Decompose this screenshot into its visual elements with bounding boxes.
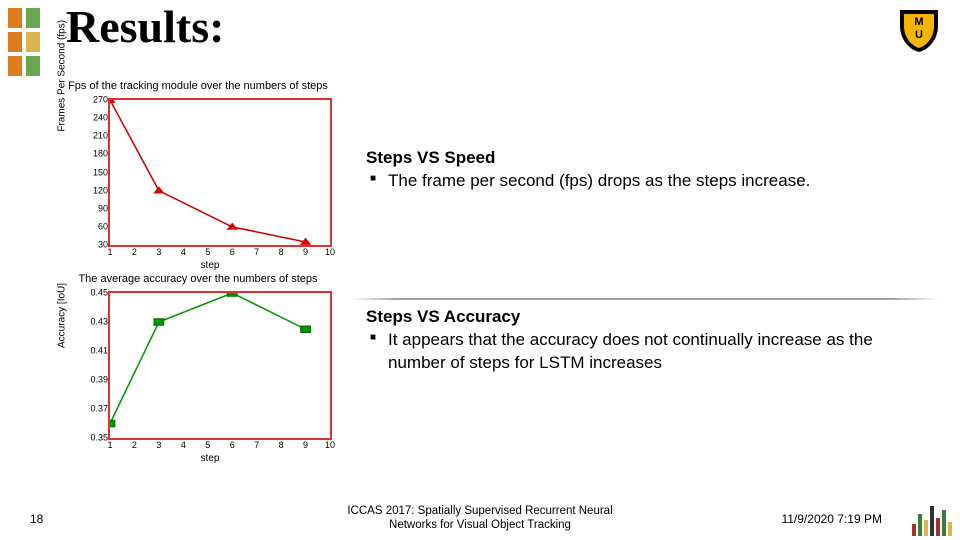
y-tick: 0.41 <box>84 347 110 356</box>
y-tick: 240 <box>84 114 110 123</box>
deco-bar <box>930 506 934 536</box>
y-tick: 270 <box>84 96 110 105</box>
note-body: The frame per second (fps) drops as the … <box>366 170 928 193</box>
logo-sq <box>26 56 40 76</box>
note-accuracy: Steps VS Accuracy It appears that the ac… <box>366 306 928 375</box>
x-tick: 2 <box>132 245 137 257</box>
charts-column: Fps of the tracking module over the numb… <box>48 80 348 462</box>
logo-sq <box>8 56 22 76</box>
x-tick: 1 <box>107 245 112 257</box>
note-body: It appears that the accuracy does not co… <box>366 329 928 375</box>
y-tick: 0.35 <box>84 434 110 443</box>
plot-area: 30609012015018021024027012345678910 <box>108 98 332 247</box>
x-tick: 5 <box>205 438 210 450</box>
y-tick: 30 <box>84 241 110 250</box>
content-area: Fps of the tracking module over the numb… <box>48 80 928 462</box>
y-tick: 150 <box>84 168 110 177</box>
x-tick: 7 <box>254 245 259 257</box>
note-heading: Steps VS Accuracy <box>366 306 928 329</box>
y-tick: 0.37 <box>84 405 110 414</box>
y-tick: 60 <box>84 222 110 231</box>
deco-bar <box>936 518 940 536</box>
x-tick: 3 <box>156 245 161 257</box>
y-tick: 0.43 <box>84 318 110 327</box>
y-tick: 0.39 <box>84 376 110 385</box>
university-shield-icon: M U <box>896 8 942 54</box>
chart-accuracy: The average accuracy over the numbers of… <box>48 273 348 462</box>
footer: 18 ICCAS 2017: Spatially Supervised Recu… <box>0 498 960 540</box>
x-tick: 8 <box>279 438 284 450</box>
logo-sq <box>8 8 22 28</box>
page-title: Results: <box>66 0 224 53</box>
y-tick: 180 <box>84 150 110 159</box>
chart-fps: Fps of the tracking module over the numb… <box>48 80 348 269</box>
x-axis-label: step <box>80 453 340 464</box>
x-tick: 10 <box>325 245 335 257</box>
x-tick: 4 <box>181 438 186 450</box>
y-tick: 90 <box>84 204 110 213</box>
deco-bar <box>948 522 952 536</box>
chart-svg <box>110 293 330 438</box>
logo-sq <box>8 32 22 52</box>
divider <box>350 298 940 300</box>
y-axis-label: Frames Per Second (fps) <box>57 19 68 131</box>
deco-bar <box>912 524 916 536</box>
x-tick: 1 <box>107 438 112 450</box>
deco-bar <box>924 520 928 536</box>
x-tick: 6 <box>230 438 235 450</box>
svg-text:M: M <box>914 16 923 28</box>
x-tick: 10 <box>325 438 335 450</box>
x-tick: 7 <box>254 438 259 450</box>
logo-sq <box>26 8 40 28</box>
x-tick: 9 <box>303 438 308 450</box>
footer-bars-icon <box>912 506 952 536</box>
x-tick: 9 <box>303 245 308 257</box>
footer-line1: ICCAS 2017: Spatially Supervised Recurre… <box>347 505 612 517</box>
x-tick: 8 <box>279 245 284 257</box>
chart-svg <box>110 100 330 245</box>
svg-text:U: U <box>915 29 923 41</box>
footer-timestamp: 11/9/2020 7:19 PM <box>781 512 882 526</box>
y-tick: 210 <box>84 132 110 141</box>
note-heading: Steps VS Speed <box>366 147 928 170</box>
x-tick: 6 <box>230 245 235 257</box>
x-tick: 3 <box>156 438 161 450</box>
x-axis-label: step <box>80 260 340 271</box>
logo-sq <box>26 32 40 52</box>
footer-line2: Networks for Visual Object Tracking <box>389 519 571 531</box>
x-tick: 4 <box>181 245 186 257</box>
chart-title: Fps of the tracking module over the numb… <box>48 80 348 92</box>
brand-squares-icon <box>8 8 40 76</box>
deco-bar <box>942 510 946 536</box>
x-tick: 5 <box>205 245 210 257</box>
x-tick: 2 <box>132 438 137 450</box>
y-tick: 120 <box>84 186 110 195</box>
y-axis-label: Accuracy [IoU] <box>57 282 68 347</box>
plot-area: 0.350.370.390.410.430.4512345678910 <box>108 291 332 440</box>
y-tick: 0.45 <box>84 289 110 298</box>
chart-title: The average accuracy over the numbers of… <box>48 273 348 285</box>
notes-column: Steps VS Speed The frame per second (fps… <box>366 80 928 462</box>
deco-bar <box>918 514 922 536</box>
note-speed: Steps VS Speed The frame per second (fps… <box>366 147 928 193</box>
